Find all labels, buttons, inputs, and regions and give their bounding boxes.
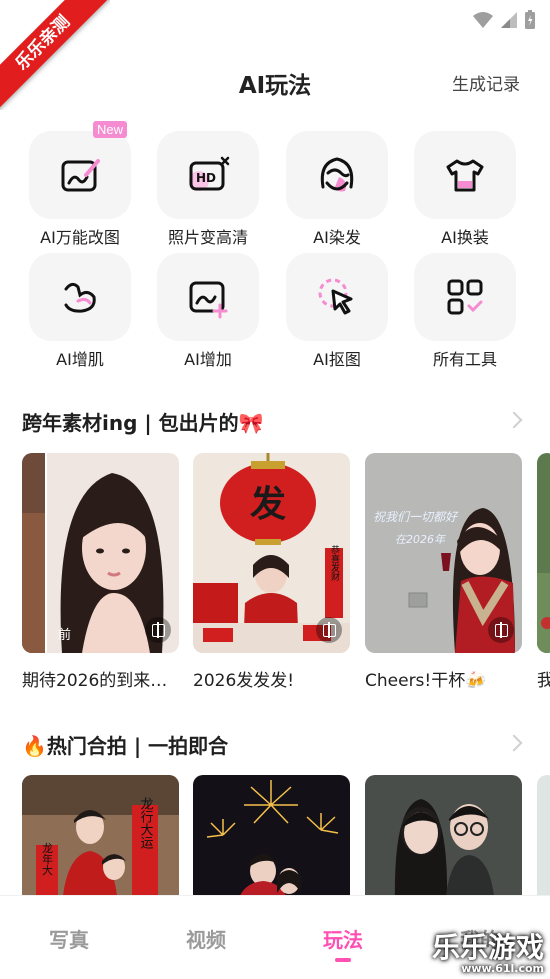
cutout-cursor-icon <box>318 278 353 315</box>
card-caption: 我 <box>537 671 550 691</box>
add-image-icon <box>189 281 228 319</box>
tool-all-tools[interactable]: 所有工具 <box>410 253 520 370</box>
hair-dye-icon <box>320 157 354 192</box>
watermark-text: 乐乐游戏 <box>431 931 544 964</box>
card-caption: 2026发发发! <box>193 671 295 691</box>
tool-icon-box: New <box>29 121 131 219</box>
tool-icon-box: HD <box>157 131 259 219</box>
tool-icon-box <box>157 253 259 341</box>
card-caption: Cheers!干杯🍻 <box>365 671 487 691</box>
compare-icon[interactable] <box>316 617 342 643</box>
tool-icon-box <box>286 131 388 219</box>
compare-icon[interactable] <box>145 617 171 643</box>
tool-ai-cutout[interactable]: AI抠图 <box>282 253 392 370</box>
grid-tools-icon <box>447 279 483 315</box>
signal-icon <box>501 12 517 28</box>
watermark: 乐乐游戏 www.61l.com <box>432 926 544 975</box>
card-image <box>365 775 522 905</box>
tool-icon-box <box>414 131 516 219</box>
tshirt-icon <box>446 159 484 192</box>
template-card[interactable] <box>537 775 550 905</box>
svg-text:HD: HD <box>196 171 216 185</box>
tool-label: AI万能改图 <box>40 228 120 247</box>
tool-label: AI换装 <box>441 228 489 247</box>
template-card[interactable]: 龙行大运 龙年大 <box>22 775 179 905</box>
template-card[interactable]: 祝我们一切都好 在2026年 <box>365 453 522 653</box>
tool-ai-edit[interactable]: New AI万能改图 <box>25 121 135 248</box>
card-image <box>537 453 550 653</box>
tool-label: AI抠图 <box>313 350 361 369</box>
tool-icon-box <box>414 253 516 341</box>
template-card[interactable] <box>537 453 550 653</box>
before-label: 前 <box>58 628 72 643</box>
card-image <box>193 775 350 905</box>
new-badge: New <box>92 121 127 138</box>
section-title: 跨年素材ing | 包出片的🎀 <box>22 411 264 435</box>
tool-label: 照片变高清 <box>167 228 248 247</box>
tool-ai-muscle[interactable]: AI增肌 <box>25 253 135 370</box>
muscle-icon <box>64 282 96 313</box>
wifi-icon <box>473 12 493 28</box>
nav-tab-portrait[interactable]: 写真 <box>29 924 109 953</box>
couplet-text: 恭喜发财 <box>329 545 340 582</box>
tool-label: AI增加 <box>184 350 232 369</box>
active-tab-indicator <box>335 958 351 962</box>
bottom-nav: 写真 视频 玩法 我的 乐乐游戏 www.61l.com <box>0 895 550 979</box>
chevron-right-icon[interactable] <box>505 411 523 429</box>
battery-icon <box>525 10 535 29</box>
card-image <box>537 775 550 905</box>
tool-label: AI染发 <box>313 228 361 247</box>
section-title: 🔥热门合拍 | 一拍即合 <box>22 734 229 758</box>
lantern-character: 发 <box>250 484 286 525</box>
neon-text-line2: 在2026年 <box>395 533 446 546</box>
hd-icon: HD <box>189 156 230 191</box>
card-caption: 期待2026的到来… <box>22 671 168 691</box>
status-icons <box>472 10 536 30</box>
tool-icon-box <box>286 253 388 341</box>
nav-tab-video[interactable]: 视频 <box>166 924 246 953</box>
couplet-text: 龙行大运 <box>138 797 154 850</box>
generation-history-link[interactable]: 生成记录 <box>452 70 520 95</box>
tool-photo-hd[interactable]: HD 照片变高清 <box>153 131 263 248</box>
tool-ai-outfit[interactable]: AI换装 <box>410 131 520 248</box>
tool-ai-add[interactable]: AI增加 <box>153 253 263 370</box>
tool-label: AI增肌 <box>56 350 104 369</box>
neon-text-line1: 祝我们一切都好 <box>373 510 459 524</box>
tool-ai-hair-dye[interactable]: AI染发 <box>282 131 392 248</box>
couplet-text: 龙年大 <box>41 842 54 875</box>
tool-label: 所有工具 <box>432 350 497 369</box>
edit-image-icon <box>61 159 100 192</box>
template-card[interactable]: 前 <box>22 453 179 653</box>
tool-icon-box <box>29 253 131 341</box>
template-card[interactable] <box>193 775 350 905</box>
chevron-right-icon[interactable] <box>505 734 523 752</box>
template-card[interactable] <box>365 775 522 905</box>
template-card[interactable]: 发 恭喜发财 <box>193 453 350 653</box>
card-image: 龙行大运 龙年大 <box>22 775 179 905</box>
nav-tab-play[interactable]: 玩法 <box>303 924 383 953</box>
compare-icon[interactable] <box>488 617 514 643</box>
